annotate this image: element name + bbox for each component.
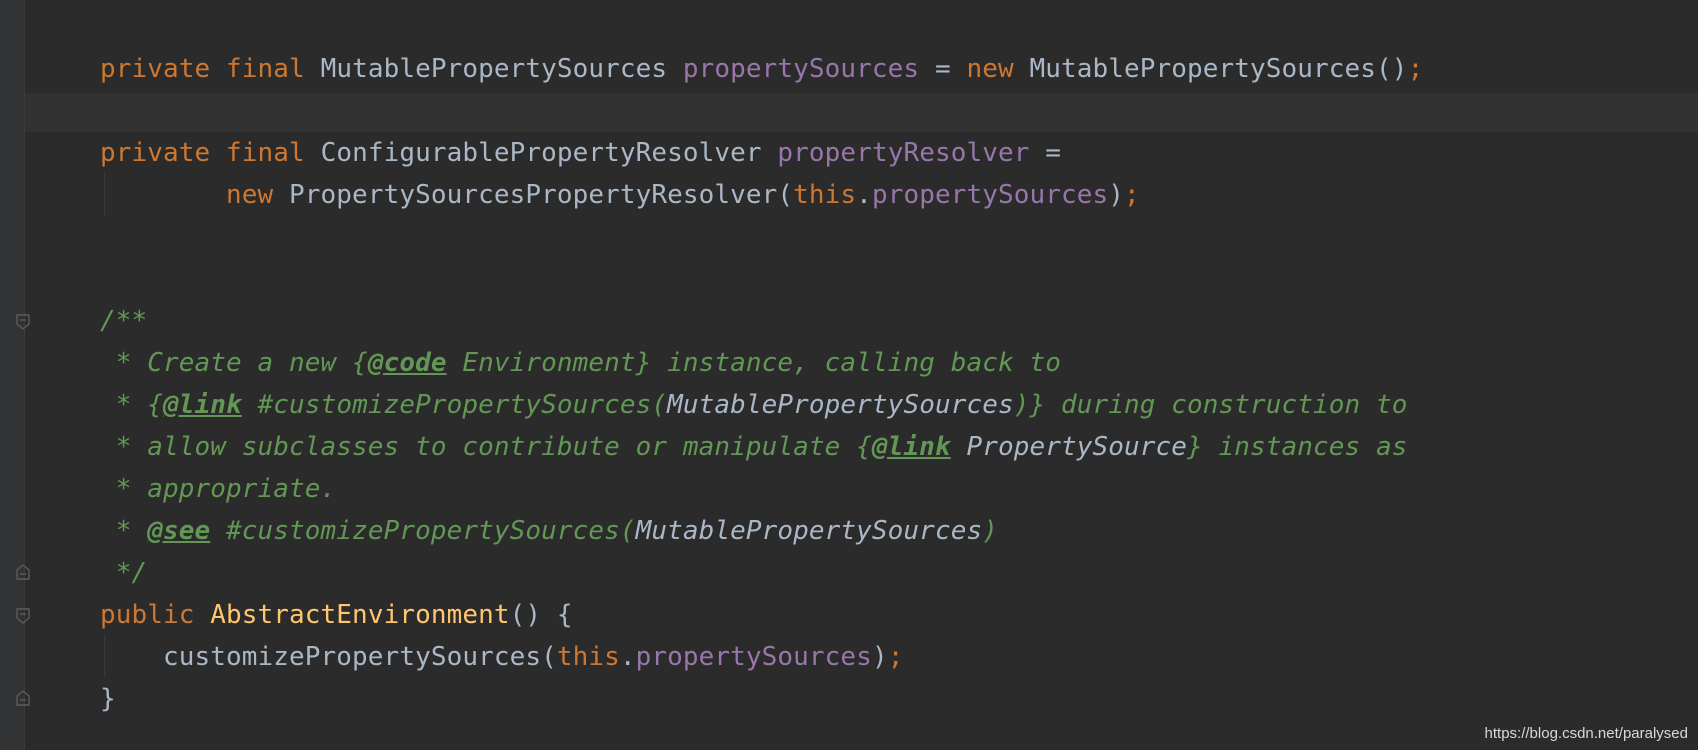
code-token: ConfigurablePropertyResolver [320, 138, 778, 168]
code-line[interactable]: * @see #customizePropertySources(Mutable… [100, 510, 998, 552]
code-token: @link [871, 432, 951, 462]
code-token: propertySources [871, 180, 1109, 210]
code-token: ; [1407, 54, 1424, 84]
code-token: this [793, 180, 857, 210]
code-token: #customizePropertySources( [210, 516, 636, 546]
code-token: propertySources [682, 54, 920, 84]
code-token: public [100, 600, 211, 630]
code-token: this [556, 642, 620, 672]
code-token: @code [367, 348, 447, 378]
code-line[interactable]: */ [100, 552, 147, 594]
code-token: . [856, 180, 872, 210]
code-token: PropertySource [966, 432, 1188, 462]
code-token: customizePropertySources( [100, 642, 557, 672]
code-token: new [226, 180, 290, 210]
code-token: )} during construction to [1013, 390, 1408, 420]
code-line[interactable]: * allow subclasses to contribute or mani… [100, 426, 1408, 468]
code-token: ) [1108, 180, 1125, 210]
code-token: = [919, 54, 967, 84]
fold-start-icon[interactable] [15, 314, 31, 330]
code-token: private [100, 138, 227, 168]
code-line[interactable]: public AbstractEnvironment() { [100, 594, 573, 636]
code-token: * [100, 516, 148, 546]
code-token: } instances as [1187, 432, 1408, 462]
code-line[interactable]: customizePropertySources(this.propertySo… [100, 636, 903, 678]
code-token: } [100, 684, 116, 714]
code-line[interactable]: private final MutablePropertySources pro… [100, 48, 1423, 90]
code-token: ; [1124, 180, 1140, 210]
code-token: @link [163, 390, 242, 420]
code-token: ) [871, 642, 888, 672]
code-token: ; [887, 642, 904, 672]
code-token: /** [100, 306, 148, 336]
code-line[interactable]: new PropertySourcesPropertyResolver(this… [100, 174, 1140, 216]
code-token: MutablePropertySources [635, 516, 983, 546]
code-token: propertyResolver [777, 138, 1030, 168]
code-token: MutablePropertySources [667, 390, 1014, 420]
code-token: propertySources [635, 642, 872, 672]
code-token: Environment} instance, calling back to [446, 348, 1061, 378]
fold-start-icon[interactable] [15, 608, 31, 624]
code-token: PropertySourcesPropertyResolver( [289, 180, 794, 210]
code-token: * allow subclasses to contribute or mani… [100, 432, 872, 462]
code-token: final [226, 54, 321, 84]
code-token: * { [100, 390, 164, 420]
code-token: = [1029, 138, 1061, 168]
fold-end-icon[interactable] [15, 690, 31, 706]
code-line[interactable]: private final ConfigurablePropertyResolv… [100, 132, 1061, 174]
code-token: * Create a new { [100, 348, 368, 378]
code-line[interactable]: /** [100, 300, 147, 342]
code-token: final [226, 138, 321, 168]
code-token: * appropriate. [100, 474, 337, 504]
code-token: #customizePropertySources( [241, 390, 668, 420]
editor-gutter [0, 0, 25, 750]
code-line[interactable]: * appropriate. [100, 468, 336, 510]
code-token: () { [509, 600, 573, 630]
code-token: MutablePropertySources() [1029, 54, 1408, 84]
code-line[interactable]: } [100, 678, 116, 720]
watermark-text: https://blog.csdn.net/paralysed [1484, 725, 1688, 742]
code-token: new [966, 54, 1030, 84]
code-token: MutablePropertySources [320, 54, 683, 84]
code-token: . [619, 642, 636, 672]
code-line[interactable]: * Create a new {@code Environment} insta… [100, 342, 1061, 384]
code-token: */ [100, 558, 148, 588]
code-token: @see [147, 516, 211, 546]
current-line-highlight [25, 93, 1698, 132]
code-line[interactable]: * {@link #customizePropertySources(Mutab… [100, 384, 1408, 426]
code-token: ) [982, 516, 998, 546]
code-token: private [100, 54, 227, 84]
code-token: AbstractEnvironment [210, 600, 510, 630]
fold-end-icon[interactable] [15, 564, 31, 580]
